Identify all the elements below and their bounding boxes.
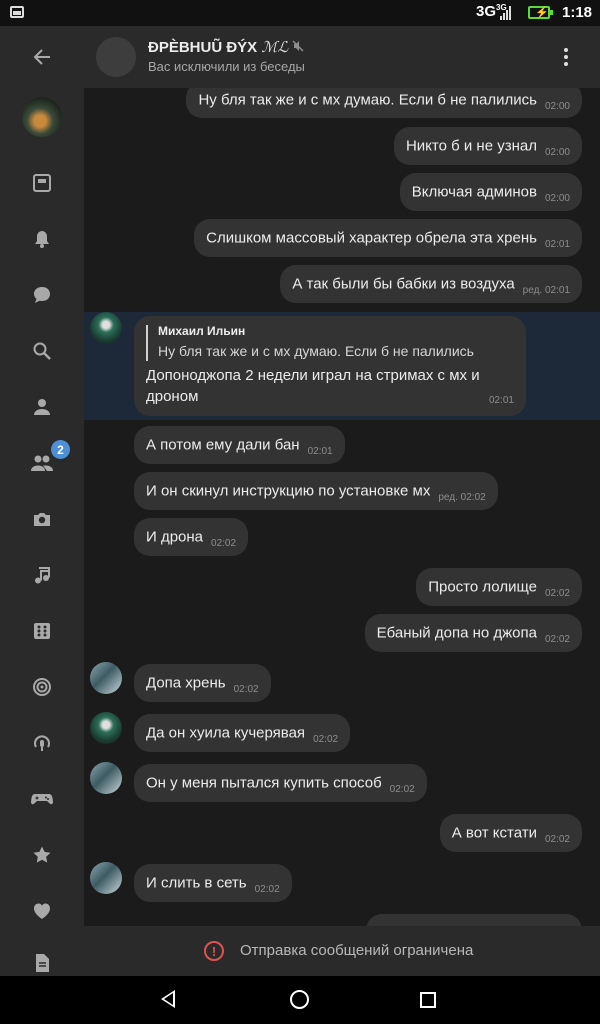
message-bubble[interactable]: Никто б и не узнал 02:00 bbox=[393, 127, 582, 165]
composer-restricted-bar: ! Отправка сообщений ограничена bbox=[84, 926, 600, 976]
message-bubble[interactable]: Слишком массовый характер обрела эта хре… bbox=[194, 219, 582, 257]
chat-avatar[interactable] bbox=[96, 37, 136, 77]
message-bubble[interactable]: А потом ему дали бан 02:01 bbox=[134, 426, 345, 464]
message-bubble[interactable]: Включая админов 02:00 bbox=[399, 173, 582, 211]
search-icon[interactable] bbox=[26, 335, 58, 367]
camera-icon[interactable] bbox=[26, 503, 58, 535]
message-bubble-partial[interactable] bbox=[366, 914, 582, 926]
message-text: Допоноджопа 2 недели играл на стримах с … bbox=[146, 367, 480, 405]
message-time: 02:01 bbox=[488, 395, 514, 406]
chat-icon[interactable] bbox=[26, 279, 58, 311]
sender-avatar[interactable] bbox=[90, 862, 122, 894]
signal-icon bbox=[500, 6, 512, 20]
reply-message-bubble[interactable]: Михаил Ильин Ну бля так же и с мх думаю.… bbox=[134, 316, 526, 416]
heart-icon[interactable] bbox=[26, 895, 58, 927]
target-icon[interactable] bbox=[26, 671, 58, 703]
more-menu-icon[interactable] bbox=[556, 42, 576, 72]
sender-avatar[interactable] bbox=[90, 312, 122, 344]
nav-home-icon[interactable] bbox=[290, 990, 309, 1009]
back-arrow-icon[interactable] bbox=[26, 41, 58, 73]
star-icon[interactable] bbox=[26, 839, 58, 871]
message-bubble[interactable]: Да он хуила кучерявая 02:02 bbox=[134, 714, 351, 752]
system-nav-bar bbox=[0, 976, 600, 1024]
quote-bar bbox=[146, 325, 148, 361]
user-avatar[interactable] bbox=[22, 97, 62, 137]
message-bubble[interactable]: А так были бы бабки из воздуха ред. 02:01 bbox=[280, 265, 582, 303]
quoted-text[interactable]: Ну бля так же и с мх думаю. Если б не па… bbox=[158, 343, 474, 359]
message-bubble[interactable]: И он скинул инструкцию по установке мх ре… bbox=[134, 472, 498, 510]
warning-icon: ! bbox=[204, 941, 224, 961]
message-list[interactable]: Ну бля так же и с мх думаю. Если б не па… bbox=[84, 88, 600, 926]
gamepad-icon[interactable] bbox=[26, 783, 58, 815]
sender-avatar[interactable] bbox=[90, 662, 122, 694]
message-bubble[interactable]: Допа хрень 02:02 bbox=[134, 664, 271, 702]
restriction-text: Отправка сообщений ограничена bbox=[240, 942, 474, 959]
document-icon[interactable] bbox=[26, 951, 58, 975]
chat-title[interactable]: ĐPÈBHUŨ ĐÝX ℳℒ bbox=[148, 38, 304, 56]
chat-header: ĐPÈBHUŨ ĐÝX ℳℒ Вас исключили из беседы bbox=[84, 26, 600, 88]
muted-icon bbox=[292, 40, 304, 55]
nav-back-icon[interactable] bbox=[161, 990, 175, 1008]
clock: 1:18 bbox=[562, 4, 593, 21]
person-icon[interactable] bbox=[26, 391, 58, 423]
gallery-notification-icon bbox=[10, 6, 24, 18]
music-icon[interactable] bbox=[26, 559, 58, 591]
podcast-icon[interactable] bbox=[26, 727, 58, 759]
apps-icon[interactable] bbox=[26, 615, 58, 647]
chat-subtitle: Вас исключили из беседы bbox=[148, 59, 305, 74]
sender-avatar[interactable] bbox=[90, 712, 122, 744]
message-bubble[interactable]: Просто лолище 02:02 bbox=[416, 568, 582, 606]
friends-badge: 2 bbox=[51, 440, 70, 459]
message-bubble[interactable]: Ну бля так же и с мх думаю. Если б не па… bbox=[186, 88, 582, 118]
battery-icon: ⚡ bbox=[528, 6, 553, 19]
message-bubble[interactable]: А вот кстати 02:02 bbox=[439, 814, 582, 852]
sidebar: 2 bbox=[0, 26, 84, 976]
message-bubble[interactable]: И дрона 02:02 bbox=[134, 518, 249, 556]
reply-author[interactable]: Михаил Ильин bbox=[158, 324, 245, 338]
status-bar: 3G3G ⚡ 1:18 bbox=[0, 0, 600, 26]
bell-icon[interactable] bbox=[26, 223, 58, 255]
message-bubble[interactable]: Он у меня пытался купить способ 02:02 bbox=[134, 764, 427, 802]
message-bubble[interactable]: Ебаный допа но джопа 02:02 bbox=[364, 614, 582, 652]
sender-avatar[interactable] bbox=[90, 762, 122, 794]
nav-recents-icon[interactable] bbox=[420, 992, 436, 1008]
message-bubble[interactable]: И слить в сеть 02:02 bbox=[134, 864, 292, 902]
news-icon[interactable] bbox=[26, 167, 58, 199]
